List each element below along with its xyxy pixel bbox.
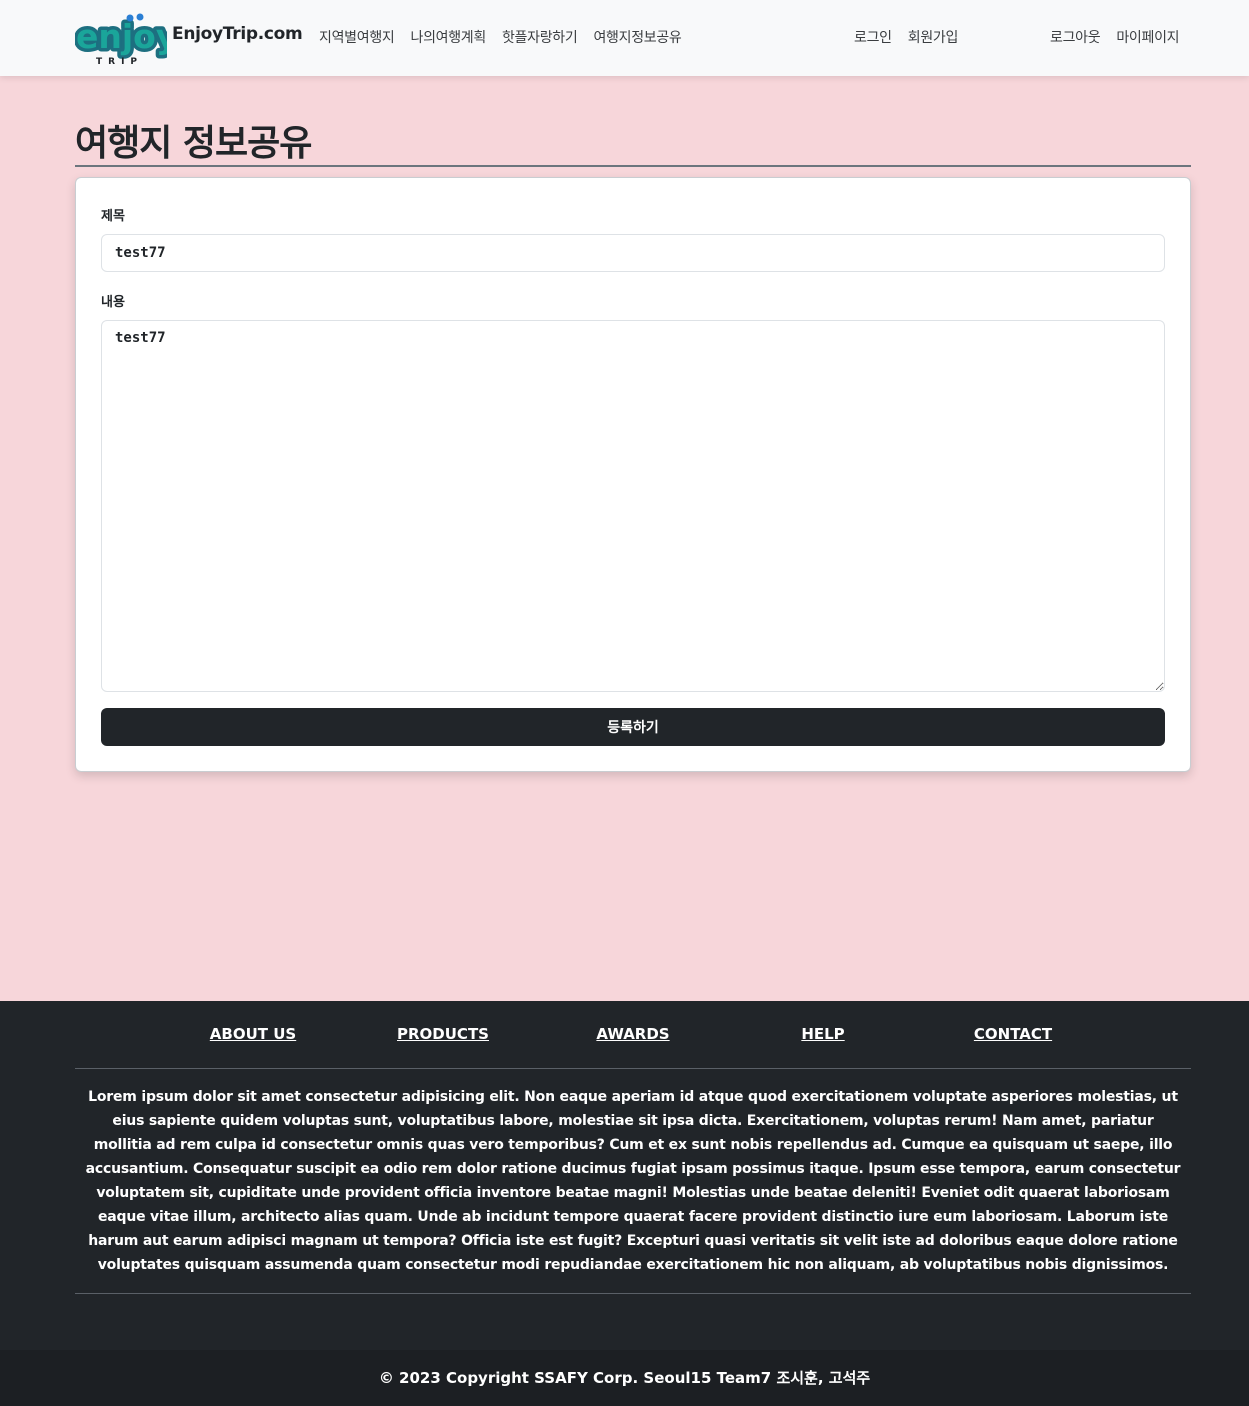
footer-link-products[interactable]: PRODUCTS [397, 1025, 489, 1043]
title-label: 제목 [101, 209, 125, 224]
page-title: 여행지 정보공유 [75, 123, 312, 164]
content-label: 내용 [101, 295, 125, 310]
title-divider [75, 165, 1191, 167]
svg-text:TRIP: TRIP [96, 57, 143, 66]
brand-link[interactable]: EnjoyTrip.com [172, 24, 303, 44]
guest-nav: 로그인 회원가입 [854, 27, 958, 47]
nav-item-my-plan[interactable]: 나의여행계획 [410, 27, 486, 47]
nav-item-hotplace[interactable]: 핫플자랑하기 [502, 27, 578, 47]
logout-link[interactable]: 로그아웃 [1050, 27, 1101, 47]
navbar: enjoy enjoy TRIP EnjoyTrip.com 지역별여행지 나의… [0, 0, 1249, 76]
title-input[interactable] [101, 234, 1165, 272]
mypage-link[interactable]: 마이페이지 [1116, 27, 1179, 47]
footer-links: ABOUT US PRODUCTS AWARDS HELP CONTACT [0, 1025, 1249, 1047]
copyright-bar: © 2023 Copyright SSAFY Corp. Seoul15 Tea… [0, 1350, 1249, 1406]
footer: ABOUT US PRODUCTS AWARDS HELP CONTACT Lo… [0, 1001, 1249, 1350]
enjoy-trip-logo[interactable]: enjoy enjoy TRIP [75, 12, 167, 66]
footer-link-contact[interactable]: CONTACT [974, 1025, 1052, 1043]
post-form-card: 제목 내용 test77 등록하기 [75, 177, 1191, 772]
footer-divider-bottom [75, 1293, 1191, 1294]
footer-link-about[interactable]: ABOUT US [210, 1025, 296, 1043]
content-textarea[interactable]: test77 [101, 320, 1165, 692]
main-nav: 지역별여행지 나의여행계획 핫플자랑하기 여행지정보공유 [319, 27, 682, 47]
footer-link-awards[interactable]: AWARDS [596, 1025, 669, 1043]
login-link[interactable]: 로그인 [854, 27, 892, 47]
footer-link-help[interactable]: HELP [801, 1025, 844, 1043]
footer-divider-top [75, 1068, 1191, 1069]
user-nav: 로그아웃 마이페이지 [1050, 27, 1180, 47]
footer-description: Lorem ipsum dolor sit amet consectetur a… [85, 1089, 1181, 1273]
submit-button[interactable]: 등록하기 [101, 708, 1165, 746]
nav-item-regional-spots[interactable]: 지역별여행지 [319, 27, 395, 47]
svg-text:enjoy: enjoy [76, 17, 167, 56]
signup-link[interactable]: 회원가입 [908, 27, 959, 47]
nav-item-info-share[interactable]: 여행지정보공유 [593, 27, 681, 47]
copyright-text: © 2023 Copyright SSAFY Corp. Seoul15 Tea… [378, 1369, 871, 1387]
